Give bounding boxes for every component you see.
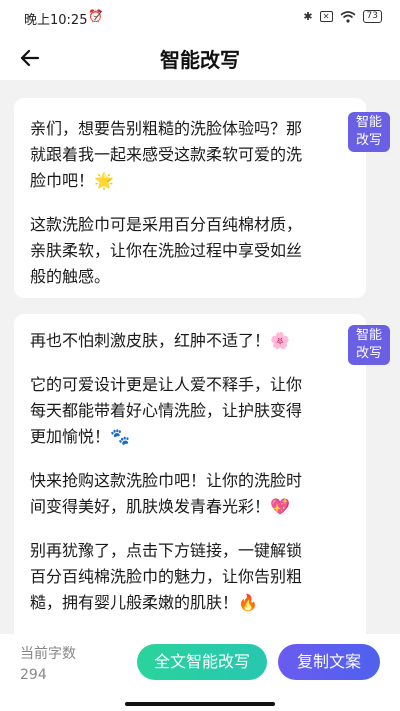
card-paragraph: 快来抢购这款洗脸巾吧！让你的洗脸时 间变得美好，肌肤焕发青春光彩！💖 [30,468,344,520]
no-sim-icon: ✕ [319,11,333,22]
app-header: 智能改写 [0,36,400,80]
status-icons: ✱ ✕ 73 [303,10,382,23]
text-line: 快来抢购这款洗脸巾吧！让你的洗脸时 [30,471,303,490]
card-paragraph: 这款洗脸巾可是采用百分百纯棉材质， 亲肤柔软，让你在洗脸过程中享受如丝 般的触感… [30,212,344,290]
card-paragraph: 亲们，想要告别粗糙的洗脸体验吗？那 就跟着我一起来感受这款柔软可爱的洗 脸巾吧！… [30,116,344,194]
text-line: 脸巾吧！🌟 [30,171,114,190]
button-label: 改写 [355,133,382,148]
text-line: 亲肤柔软，让你在洗脸过程中享受如丝 [30,241,303,260]
status-bar: 晚上10:25 ⏰̸ ✱ ✕ 73 [0,0,400,36]
button-label: 智能 [355,328,382,343]
text-line: 亲们，想要告别粗糙的洗脸体验吗？那 [30,119,303,138]
card-paragraph: 别再犹豫了，点击下方链接，一键解锁 百分百纯棉洗脸巾的魅力，让你告别粗 糙，拥有… [30,538,344,616]
smart-rewrite-button[interactable]: 智能 改写 [348,325,390,365]
text-line: 每天都能带着好心情洗脸，让护肤变得 [30,401,303,420]
rewrite-all-button[interactable]: 全文智能改写 [137,644,267,680]
home-indicator [125,702,275,706]
word-count-value: 294 [20,667,47,683]
text-line: 别再犹豫了，点击下方链接，一键解锁 [30,541,303,560]
button-label: 智能 [355,115,382,130]
battery-icon: 73 [362,10,382,23]
button-label: 改写 [355,346,382,361]
word-count-label: 当前字数 [20,646,76,662]
text-line: 更加愉悦！🐾 [30,427,130,446]
text-line: 般的触感。 [30,267,111,286]
bottom-action-bar: 当前字数 294 全文智能改写 复制文案 [0,634,400,711]
card-paragraph: 它的可爱设计更是让人爱不释手，让你 每天都能带着好心情洗脸，让护肤变得 更加愉悦… [30,372,344,450]
rewrite-result-card: 再也不怕刺激皮肤，红肿不适了！🌸 它的可爱设计更是让人爱不释手，让你 每天都能带… [14,314,366,654]
page-title: 智能改写 [160,48,240,72]
text-line: 就跟着我一起来感受这款柔软可爱的洗 [30,145,303,164]
copy-text-button[interactable]: 复制文案 [278,644,380,680]
card-paragraph: 再也不怕刺激皮肤，红肿不适了！🌸 [30,328,344,354]
smart-rewrite-button[interactable]: 智能 改写 [348,112,390,152]
status-time: 晚上10:25 [24,13,88,28]
text-line: 百分百纯棉洗脸巾的魅力，让你告别粗 [30,567,303,586]
wifi-icon [340,10,356,23]
text-line: 间变得美好，肌肤焕发青春光彩！💖 [30,497,290,516]
text-line: 它的可爱设计更是让人爱不释手，让你 [30,375,303,394]
bluetooth-icon: ✱ [303,10,313,23]
text-line: 这款洗脸巾可是采用百分百纯棉材质， [30,215,303,234]
text-line: 再也不怕刺激皮肤，红肿不适了！🌸 [30,331,290,350]
text-line: 糙，拥有婴儿般柔嫩的肌肤！🔥 [30,593,258,612]
rewrite-result-card: 亲们，想要告别粗糙的洗脸体验吗？那 就跟着我一起来感受这款柔软可爱的洗 脸巾吧！… [14,98,366,298]
alarm-off-icon: ⏰̸ [88,9,103,23]
